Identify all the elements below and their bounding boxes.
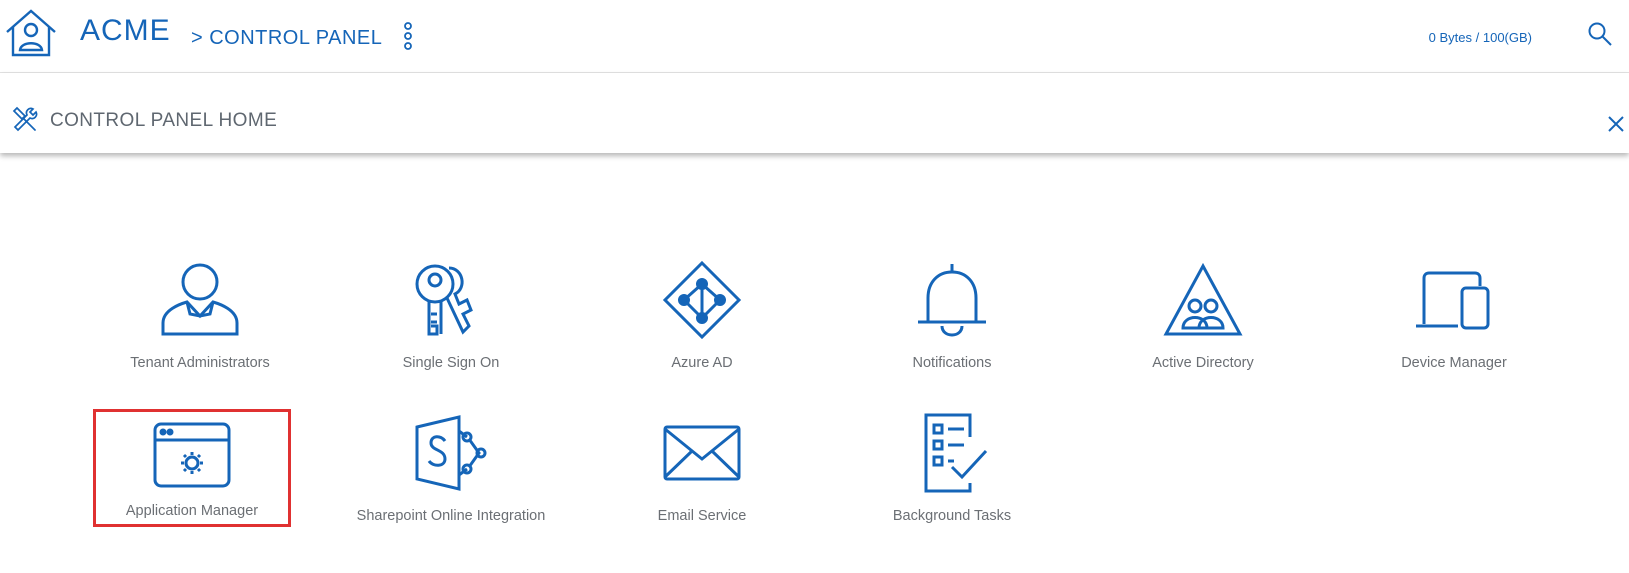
bell-icon [918,264,986,337]
tools-icon [12,106,38,132]
tile-label: Device Manager [1401,355,1507,371]
page-title: CONTROL PANEL HOME [50,110,278,131]
close-icon[interactable] [1606,114,1626,134]
storage-usage: 0 Bytes / 100(GB) [1428,30,1532,45]
checklist-icon [924,413,988,493]
tile-label: Single Sign On [402,355,500,371]
administrator-icon [161,263,239,336]
search-icon[interactable] [1587,21,1613,47]
more-options-icon[interactable] [402,21,414,51]
tile-azure-ad[interactable]: Azure AD [592,260,812,371]
envelope-icon [663,425,741,481]
tile-email-service[interactable]: Email Service [592,413,812,524]
breadcrumb-separator: > [191,27,204,49]
tile-label: Email Service [657,508,747,524]
tile-label: Sharepoint Online Integration [356,508,546,524]
azure-ad-icon [662,260,742,340]
home-user-icon[interactable] [4,8,58,58]
breadcrumb: > CONTROL PANEL [191,27,382,50]
devices-icon [1416,271,1490,330]
tile-sharepoint-online-integration[interactable]: Sharepoint Online Integration [331,413,571,524]
brand-name[interactable]: ACME [80,14,171,48]
breadcrumb-current[interactable]: CONTROL PANEL [209,27,382,49]
app-window-gear-icon [153,422,231,488]
top-bar: ACME > CONTROL PANEL 0 Bytes / 100(GB) [0,0,1629,73]
tile-active-directory[interactable]: Active Directory [1093,260,1313,371]
keys-icon [415,264,473,336]
sharepoint-icon [415,415,487,491]
tile-label: Application Manager [125,503,259,519]
tile-label: Background Tasks [892,508,1012,524]
tile-label: Tenant Administrators [130,355,270,371]
tile-single-sign-on[interactable]: Single Sign On [341,260,561,371]
tile-tenant-administrators[interactable]: Tenant Administrators [90,260,310,371]
tile-label: Notifications [912,355,992,371]
tile-device-manager[interactable]: Device Manager [1344,260,1564,371]
tile-application-manager[interactable]: Application Manager [93,409,291,527]
active-directory-icon [1163,262,1243,336]
tile-notifications[interactable]: Notifications [842,260,1062,371]
tile-label: Azure AD [671,355,733,371]
control-panel-header: CONTROL PANEL HOME [0,73,1629,153]
tile-label: Active Directory [1152,355,1254,371]
tile-background-tasks[interactable]: Background Tasks [842,413,1062,524]
